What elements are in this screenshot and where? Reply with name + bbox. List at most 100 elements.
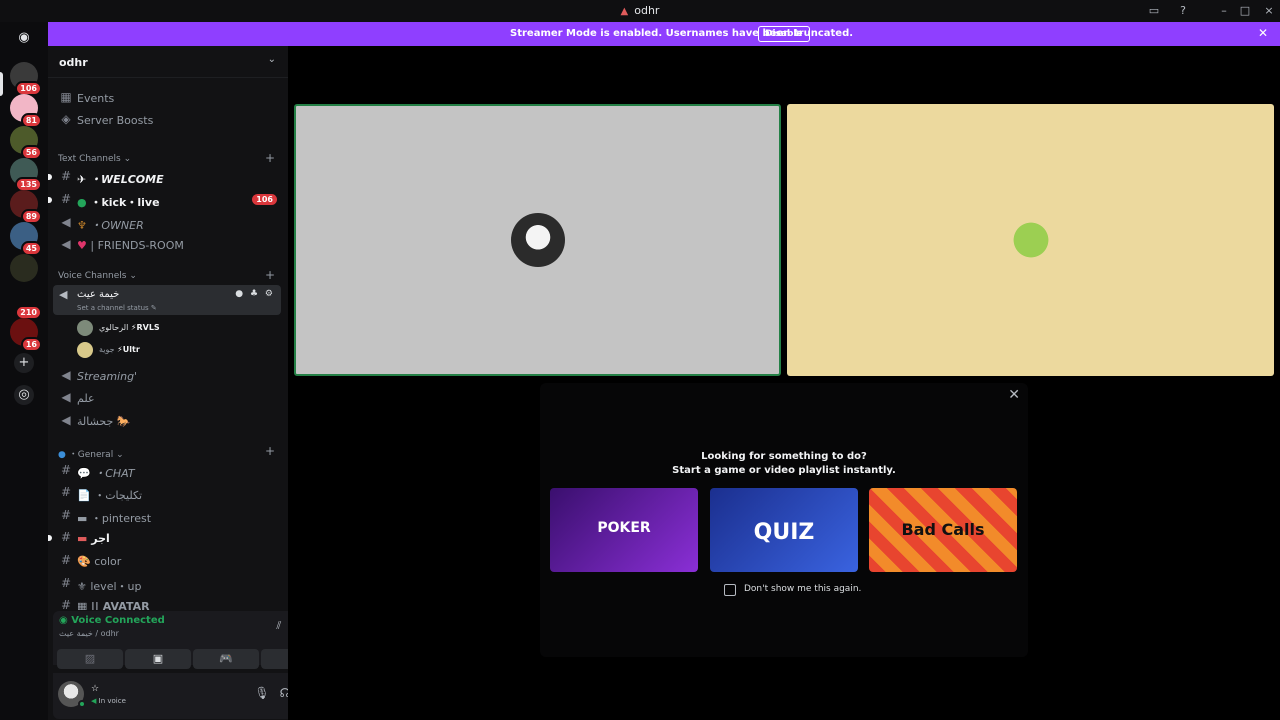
avatar [1003,213,1058,267]
window-title: ▲ odhr [620,4,660,17]
channel-avatar[interactable]: # ▦ || AVATAR [53,596,281,610]
selected-indicator [0,72,3,96]
server-icon-4[interactable]: 135 [10,158,42,192]
channel-label: || AVATAR [90,600,150,610]
active-voice-channel[interactable]: ◀ خيمة عيث Set a channel status ✎ ● ♣ ⚙ [53,285,281,315]
voice-connected-label[interactable]: ◉ Voice Connected [59,615,165,626]
hash-icon: # [60,463,72,477]
category-general[interactable]: ● ・General ⌄ [58,447,124,460]
server-rail: ◉ 106 81 56 135 89 45 210 16 + ◎ [0,22,48,720]
disable-button[interactable]: Disable [758,26,810,42]
discord-home-icon[interactable]: ◉ [14,28,34,48]
speaker-icon: ◀ [61,390,71,404]
hash-icon: # [60,485,72,499]
participant-tile[interactable] [787,104,1274,376]
channel-kick-live[interactable]: # ● ・kick・live 106 [48,190,281,210]
server-icon-6[interactable]: 45 [10,222,42,256]
server-boosts-item[interactable]: ◈ Server Boosts [53,110,281,130]
title-bar: ▲ odhr ▭ ? – □ × [0,0,1280,22]
channel-sidebar: odhr ⌄ ▦ Events ◈ Server Boosts Text Cha… [48,46,331,720]
discover-icon[interactable]: ◎ [14,385,34,405]
speaker-icon: ◀ [61,368,71,382]
dont-show-again-checkbox[interactable] [724,584,736,596]
channel-welcome[interactable]: # ✈ ・WELCOME [48,167,281,187]
guild-name: odhr [59,56,88,69]
activity-subheading: Start a game or video playlist instantly… [672,465,896,476]
channel-clips[interactable]: # 📄 ・تكليجات [53,483,281,503]
speaker-icon: ◀ [59,288,68,301]
channel-label: ・WELCOME [90,173,164,186]
channel-label: color [94,555,122,568]
channel-owner[interactable]: ◀ ♆ ・OWNER [53,213,281,233]
events-item[interactable]: ▦ Events [53,88,281,108]
channel-streaming[interactable]: ◀ Streaming' [53,366,281,386]
channel-label: ・تكليجات [94,489,143,502]
server-icon-5[interactable]: 89 [10,190,42,224]
user-status: ◀ In voice [91,697,126,705]
channel-status-link[interactable]: Set a channel status ✎ [77,304,157,312]
server-icon-9[interactable]: 16 [10,318,42,352]
streamer-mode-banner: Streamer Mode is enabled. Usernames have… [48,22,1280,46]
channel-level-up[interactable]: # ⚜ level・up [53,574,281,594]
server-icon-8[interactable]: 210 [10,286,42,320]
member-tag: ⚡RVLS [130,323,160,332]
hash-icon: # [60,192,72,206]
participant-tile-speaking[interactable] [294,104,781,376]
voice-stage: ✕ Looking for something to do? Start a g… [288,46,1280,720]
dont-show-again-label[interactable]: Don't show me this again. [744,584,861,594]
category-text-channels[interactable]: Text Channels ⌄ [58,154,131,164]
microphone-icon[interactable]: 🎙 [254,686,279,700]
channel-ajr[interactable]: # ▬ اجر [48,528,281,548]
channel-friends-room[interactable]: ◀ ♥ | FRIENDS-ROOM [53,235,281,255]
channel-chat[interactable]: # 💬 ・CHAT [53,461,281,481]
add-voice-channel-icon[interactable]: + [265,268,275,282]
activity-button[interactable]: 🎮 [193,649,259,669]
server-icon-3[interactable]: 56 [10,126,42,160]
screen-share-button[interactable]: ▣ [125,649,191,669]
activity-suggestion-panel: ✕ Looking for something to do? Start a g… [540,383,1028,657]
avatar [510,213,565,267]
activity-heading: Looking for something to do? [701,451,867,462]
inbox-icon[interactable]: ▭ [1146,3,1162,19]
guild-header[interactable]: odhr ⌄ [48,46,288,78]
category-voice-channels[interactable]: Voice Channels ⌄ [58,271,137,281]
channel-label: | FRIENDS-ROOM [90,239,184,252]
help-icon[interactable]: ? [1175,3,1191,19]
banner-close-icon[interactable]: ✕ [1258,26,1268,40]
channel-label: Streaming' [77,370,138,383]
hash-icon: # [60,598,72,610]
app-icon: ▲ [620,6,629,17]
server-icon-1[interactable]: 106 [10,62,42,96]
add-channel-icon[interactable]: + [265,151,275,165]
add-server-icon[interactable]: + [14,353,34,373]
activity-card-quiz[interactable]: QUIZ [710,488,858,572]
chevron-down-icon: ⌄ [267,54,276,65]
channel-label: اجر [91,532,110,545]
channel-color[interactable]: # 🎨 color [53,551,281,571]
hash-icon: # [60,169,72,183]
channel-label: level・up [90,580,142,593]
channel-voice-2[interactable]: ◀ علم [53,388,281,408]
speaker-icon: ◀ [61,215,71,229]
close-icon[interactable]: ✕ [1008,387,1020,403]
camera-button[interactable]: ▨ [57,649,123,669]
avatar [77,342,93,358]
online-status-icon [78,700,86,708]
voice-channel-label: خيمة عيث [77,289,120,300]
activity-card-poker[interactable]: POKER [550,488,698,572]
member-name: الرحالوي [99,323,129,332]
server-icon-7[interactable] [10,254,38,282]
minimize-button[interactable]: – [1216,3,1232,19]
unread-indicator [48,197,52,203]
activity-card-bad-calls[interactable]: Bad Calls [869,488,1017,572]
hash-icon: # [60,530,72,544]
channel-pinterest[interactable]: # ▬ ・pinterest [53,506,281,526]
add-general-channel-icon[interactable]: + [265,444,275,458]
channel-voice-3[interactable]: ◀ جحشالة 🐎 [53,411,281,431]
voice-channel-actions[interactable]: ● ♣ ⚙ [235,289,275,299]
calendar-icon: ▦ [60,90,72,104]
maximize-button[interactable]: □ [1237,3,1253,19]
server-icon-2[interactable]: 81 [10,94,42,128]
close-window-button[interactable]: × [1261,3,1277,19]
voice-location[interactable]: خيمة عيث / odhr [59,629,119,638]
